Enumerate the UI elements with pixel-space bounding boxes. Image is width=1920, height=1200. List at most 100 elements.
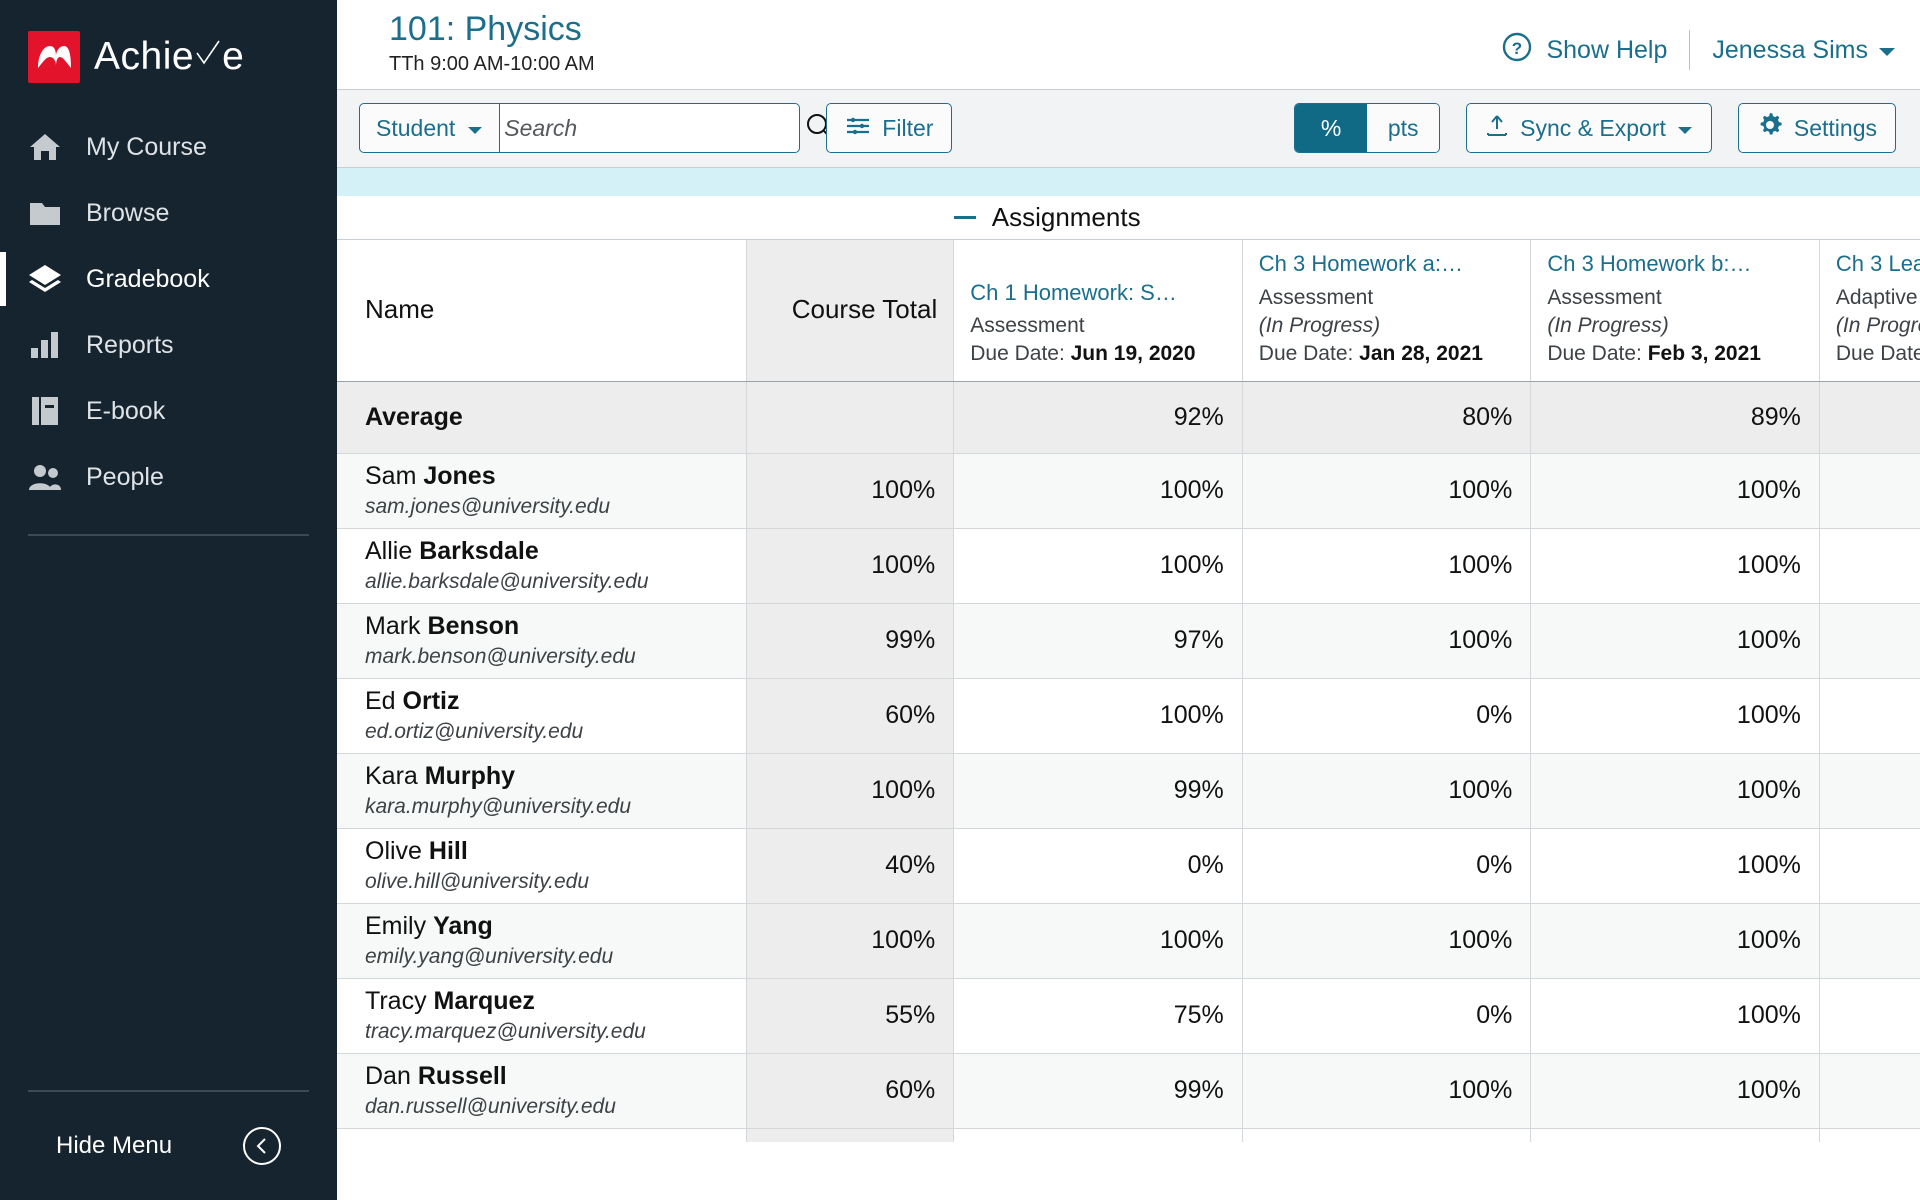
minus-icon[interactable] (953, 215, 976, 219)
student-cell[interactable]: Mark Benson mark.benson@university.edu (337, 603, 748, 679)
table-row[interactable]: Dan Russell dan.russell@university.edu 6… (337, 1053, 1920, 1129)
sidebar-item-my-course[interactable]: My Course (0, 114, 337, 180)
assignments-group-header[interactable]: Assignments (953, 195, 1920, 241)
course-total-cell-partial[interactable] (746, 1128, 955, 1143)
grade-cell[interactable]: 100% (1530, 903, 1820, 979)
sidebar-item-e-book[interactable]: E-book (0, 378, 337, 444)
grade-cell[interactable]: 100% (1819, 528, 1920, 604)
grade-cell[interactable]: 99% (953, 1053, 1243, 1129)
grade-cell-partial[interactable] (1242, 1128, 1532, 1143)
student-cell[interactable]: Sam Jones sam.jones@university.edu (337, 453, 748, 529)
grade-cell[interactable]: 0% (1819, 828, 1920, 904)
settings-button[interactable]: Settings (1737, 103, 1896, 154)
course-total-cell[interactable]: 100% (746, 903, 955, 979)
table-row[interactable]: Mark Benson mark.benson@university.edu 9… (337, 603, 1920, 679)
course-total-cell[interactable]: 60% (746, 1053, 955, 1129)
table-row[interactable]: Tracy Marquez tracy.marquez@university.e… (337, 978, 1920, 1054)
student-cell[interactable]: Tracy Marquez tracy.marquez@university.e… (337, 978, 748, 1054)
grade-cell[interactable]: 100% (1530, 678, 1820, 754)
grade-cell[interactable]: 100% (953, 453, 1243, 529)
grade-cell[interactable]: 100% (1530, 828, 1820, 904)
column-header-assignment-2[interactable]: Ch 3 Homework a:… Assessment (In Progres… (1242, 239, 1532, 382)
show-help-button[interactable]: ? Show Help (1501, 31, 1667, 70)
student-cell[interactable]: Olive Hill olive.hill@university.edu (337, 828, 748, 904)
grade-cell[interactable]: 97% (953, 603, 1243, 679)
grade-cell[interactable]: 100% (1819, 603, 1920, 679)
grade-cell[interactable]: 100% (1530, 603, 1820, 679)
hide-menu-button[interactable]: Hide Menu (28, 1090, 309, 1200)
chevron-left-circle-icon[interactable] (243, 1127, 281, 1165)
grade-cell[interactable]: 0% (1242, 978, 1532, 1054)
sidebar-item-gradebook[interactable]: Gradebook (0, 246, 337, 312)
page-title[interactable]: 101: Physics (389, 8, 595, 51)
grade-cell[interactable]: 100% (1242, 453, 1532, 529)
grade-cell[interactable]: 100% (1242, 603, 1532, 679)
grade-cell[interactable]: 75% (953, 978, 1243, 1054)
table-row[interactable]: Kara Murphy kara.murphy@university.edu 1… (337, 753, 1920, 829)
student-cell[interactable]: Emily Yang emily.yang@university.edu (337, 903, 748, 979)
grade-cell[interactable]: 100% (1819, 978, 1920, 1054)
grade-cell[interactable]: 100% (1530, 453, 1820, 529)
table-row-partial[interactable] (337, 1128, 1920, 1143)
course-total-cell[interactable]: 60% (746, 678, 955, 754)
table-row[interactable]: Emily Yang emily.yang@university.edu 100… (337, 903, 1920, 979)
grade-cell[interactable]: 0% (953, 828, 1243, 904)
assignment-title[interactable]: Ch 1 Homework: S… (970, 279, 1226, 308)
grade-cell[interactable]: 100% (1530, 978, 1820, 1054)
column-header-assignment-4[interactable]: Ch 3 LearningCurv… Adaptive Quiz (In Pro… (1819, 239, 1920, 382)
table-row[interactable]: Sam Jones sam.jones@university.edu 100% … (337, 453, 1920, 529)
sidebar-item-reports[interactable]: Reports (0, 312, 337, 378)
student-cell[interactable]: Ed Ortiz ed.ortiz@university.edu (337, 678, 748, 754)
column-header-assignment-1[interactable]: Ch 1 Homework: S… Assessment Due Date: J… (953, 239, 1243, 382)
grade-cell-partial[interactable] (1819, 1128, 1920, 1143)
course-total-cell[interactable]: 100% (746, 753, 955, 829)
grade-cell[interactable]: 100% (1242, 903, 1532, 979)
grade-cell[interactable]: 0% (1819, 1053, 1920, 1129)
table-row[interactable]: Ed Ortiz ed.ortiz@university.edu 60% 100… (337, 678, 1920, 754)
unit-toggle-points[interactable]: pts (1367, 104, 1440, 153)
student-cell[interactable]: Kara Murphy kara.murphy@university.edu (337, 753, 748, 829)
search-input[interactable] (504, 114, 805, 142)
student-cell[interactable]: Dan Russell dan.russell@university.edu (337, 1053, 748, 1129)
grade-cell[interactable]: 100% (953, 678, 1243, 754)
course-total-cell[interactable]: 55% (746, 978, 955, 1054)
grade-cell[interactable]: 100% (1530, 753, 1820, 829)
grade-cell-partial[interactable] (1530, 1128, 1820, 1143)
filter-button[interactable]: Filter (826, 103, 953, 154)
grade-cell[interactable]: 100% (1530, 528, 1820, 604)
column-header-course-total[interactable]: Course Total (746, 239, 955, 382)
student-cell-partial[interactable] (337, 1128, 748, 1143)
student-select[interactable]: Student (359, 103, 501, 154)
student-cell[interactable]: Allie Barksdale allie.barksdale@universi… (337, 528, 748, 604)
grade-cell[interactable]: 99% (953, 753, 1243, 829)
course-total-cell[interactable]: 100% (746, 453, 955, 529)
assignment-title[interactable]: Ch 3 Homework b:… (1547, 250, 1803, 279)
grade-cell[interactable]: 100% (1242, 1053, 1532, 1129)
sidebar-item-people[interactable]: People (0, 444, 337, 510)
sidebar-item-browse[interactable]: Browse (0, 180, 337, 246)
unit-toggle[interactable]: % pts (1294, 103, 1441, 154)
table-row[interactable]: Olive Hill olive.hill@university.edu 40%… (337, 828, 1920, 904)
grade-cell[interactable]: 100% (953, 528, 1243, 604)
column-header-name[interactable]: Name (337, 239, 748, 382)
grade-cell[interactable]: 100% (1819, 753, 1920, 829)
unit-toggle-percent[interactable]: % (1295, 104, 1368, 153)
course-total-cell[interactable]: 100% (746, 528, 955, 604)
assignment-title[interactable]: Ch 3 Homework a:… (1259, 250, 1515, 279)
user-menu-button[interactable]: Jenessa Sims (1712, 36, 1896, 65)
gradebook-grid[interactable]: Assignments Name Course Total Ch 1 Homew… (337, 167, 1920, 1200)
sync-export-button[interactable]: Sync & Export (1466, 103, 1712, 154)
grade-cell[interactable]: 100% (953, 903, 1243, 979)
grade-cell[interactable]: 100% (1819, 678, 1920, 754)
course-total-cell[interactable]: 40% (746, 828, 955, 904)
grade-cell[interactable]: 100% (1242, 528, 1532, 604)
course-total-cell[interactable]: 99% (746, 603, 955, 679)
assignment-title[interactable]: Ch 3 LearningCurv… (1836, 250, 1920, 279)
grade-cell-partial[interactable] (953, 1128, 1243, 1143)
grade-cell[interactable]: 0% (1242, 828, 1532, 904)
search-field-wrapper[interactable] (500, 103, 834, 154)
grade-cell[interactable]: 100% (1819, 903, 1920, 979)
grade-cell[interactable]: 100% (1819, 453, 1920, 529)
grade-cell[interactable]: 0% (1242, 678, 1532, 754)
grade-cell[interactable]: 100% (1530, 1053, 1820, 1129)
